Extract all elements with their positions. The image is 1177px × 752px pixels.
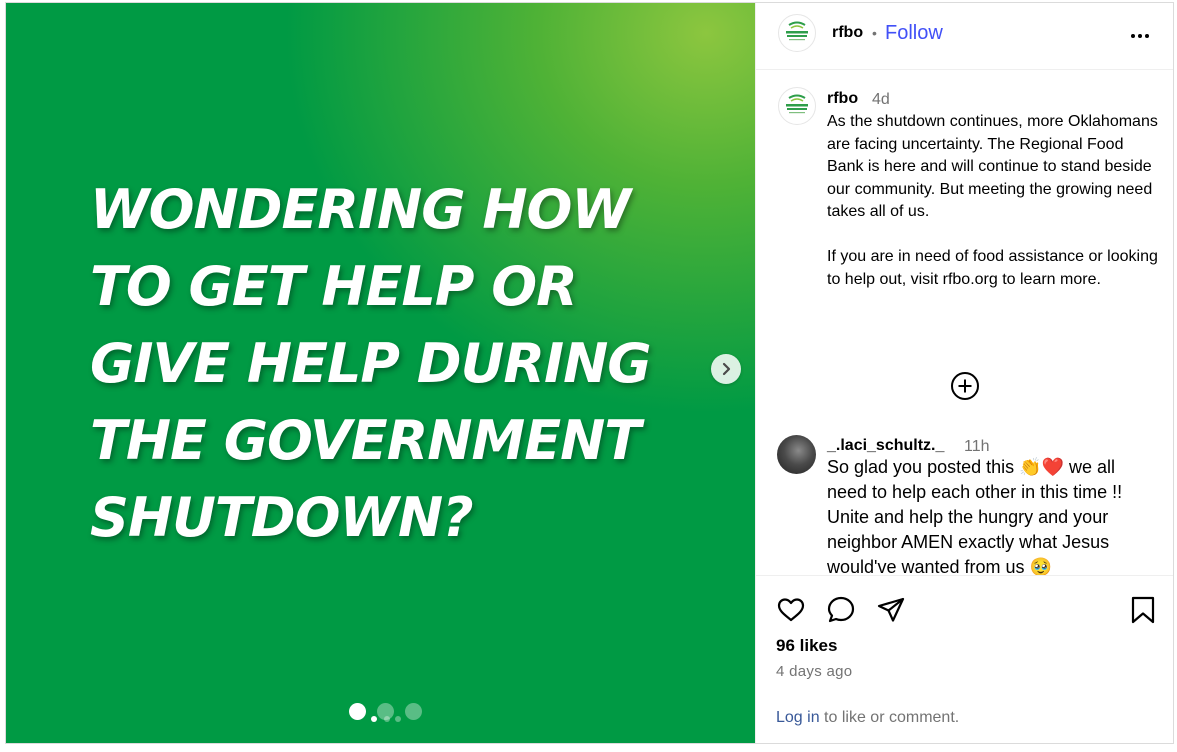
carousel-dot — [371, 716, 377, 722]
carousel-dot — [384, 716, 390, 722]
chevron-right-icon — [722, 362, 731, 376]
headline-line: WONDERING HOW — [90, 178, 631, 241]
caption-username[interactable]: rfbo — [827, 90, 858, 108]
caption-avatar[interactable] — [778, 87, 816, 125]
next-slide-button[interactable] — [711, 354, 741, 384]
like-button[interactable] — [776, 595, 806, 625]
login-link[interactable]: Log in — [776, 709, 820, 726]
caption-time: 4d — [872, 91, 890, 108]
headline-line: THE GOVERNMENT — [90, 409, 641, 472]
more-dots-icon — [1131, 34, 1149, 38]
plus-circle-icon — [951, 372, 979, 400]
carousel-dot — [405, 703, 422, 720]
follow-button[interactable]: Follow — [885, 22, 943, 45]
login-prompt-text: to like or comment. — [824, 709, 960, 726]
comments-scroll-area[interactable]: rfbo 4d As the shutdown continues, more … — [756, 70, 1173, 575]
headline-line: SHUTDOWN? — [90, 486, 474, 549]
save-button[interactable] — [1129, 595, 1157, 625]
headline-line: TO GET HELP OR — [90, 255, 578, 318]
heart-icon — [777, 598, 805, 622]
carousel-dot — [395, 716, 401, 722]
post-date: 4 days ago — [776, 663, 853, 680]
carousel-dot-active — [349, 703, 366, 720]
separator-dot: • — [872, 25, 877, 41]
media-headline: WONDERING HOW TO GET HELP OR GIVE HELP D… — [90, 171, 710, 556]
comment-time: 11h — [964, 438, 990, 455]
post-header: rfbo • Follow — [756, 3, 1173, 70]
post-dialog: WONDERING HOW TO GET HELP OR GIVE HELP D… — [5, 2, 1174, 744]
comment-username[interactable]: _.laci_schultz._ — [827, 437, 944, 455]
post-side-panel: rfbo • Follow rfbo 4d As the shutdown co… — [755, 3, 1173, 743]
load-more-comments-button[interactable] — [949, 370, 981, 402]
avatar[interactable] — [778, 14, 816, 52]
comment-text: So glad you posted this 👏❤️ we all need … — [827, 457, 1123, 575]
carousel-indicator — [343, 700, 423, 722]
food-bank-logo-icon — [786, 21, 808, 41]
caption-text: As the shutdown continues, more Oklahoma… — [827, 113, 1158, 288]
more-options-button[interactable] — [1128, 26, 1152, 46]
header-username[interactable]: rfbo — [832, 24, 863, 42]
share-button[interactable] — [876, 595, 906, 625]
comment-bubble-icon — [827, 596, 855, 623]
login-prompt: Log in to like or comment. — [776, 709, 959, 727]
commenter-avatar[interactable] — [777, 435, 816, 474]
bookmark-icon — [1131, 596, 1155, 624]
headline-line: GIVE HELP DURING — [90, 332, 652, 395]
food-bank-logo-icon — [786, 94, 808, 114]
post-media: WONDERING HOW TO GET HELP OR GIVE HELP D… — [6, 3, 755, 743]
likes-count[interactable]: 96 likes — [776, 636, 837, 656]
paper-plane-icon — [877, 597, 905, 622]
comment-button[interactable] — [826, 595, 856, 625]
